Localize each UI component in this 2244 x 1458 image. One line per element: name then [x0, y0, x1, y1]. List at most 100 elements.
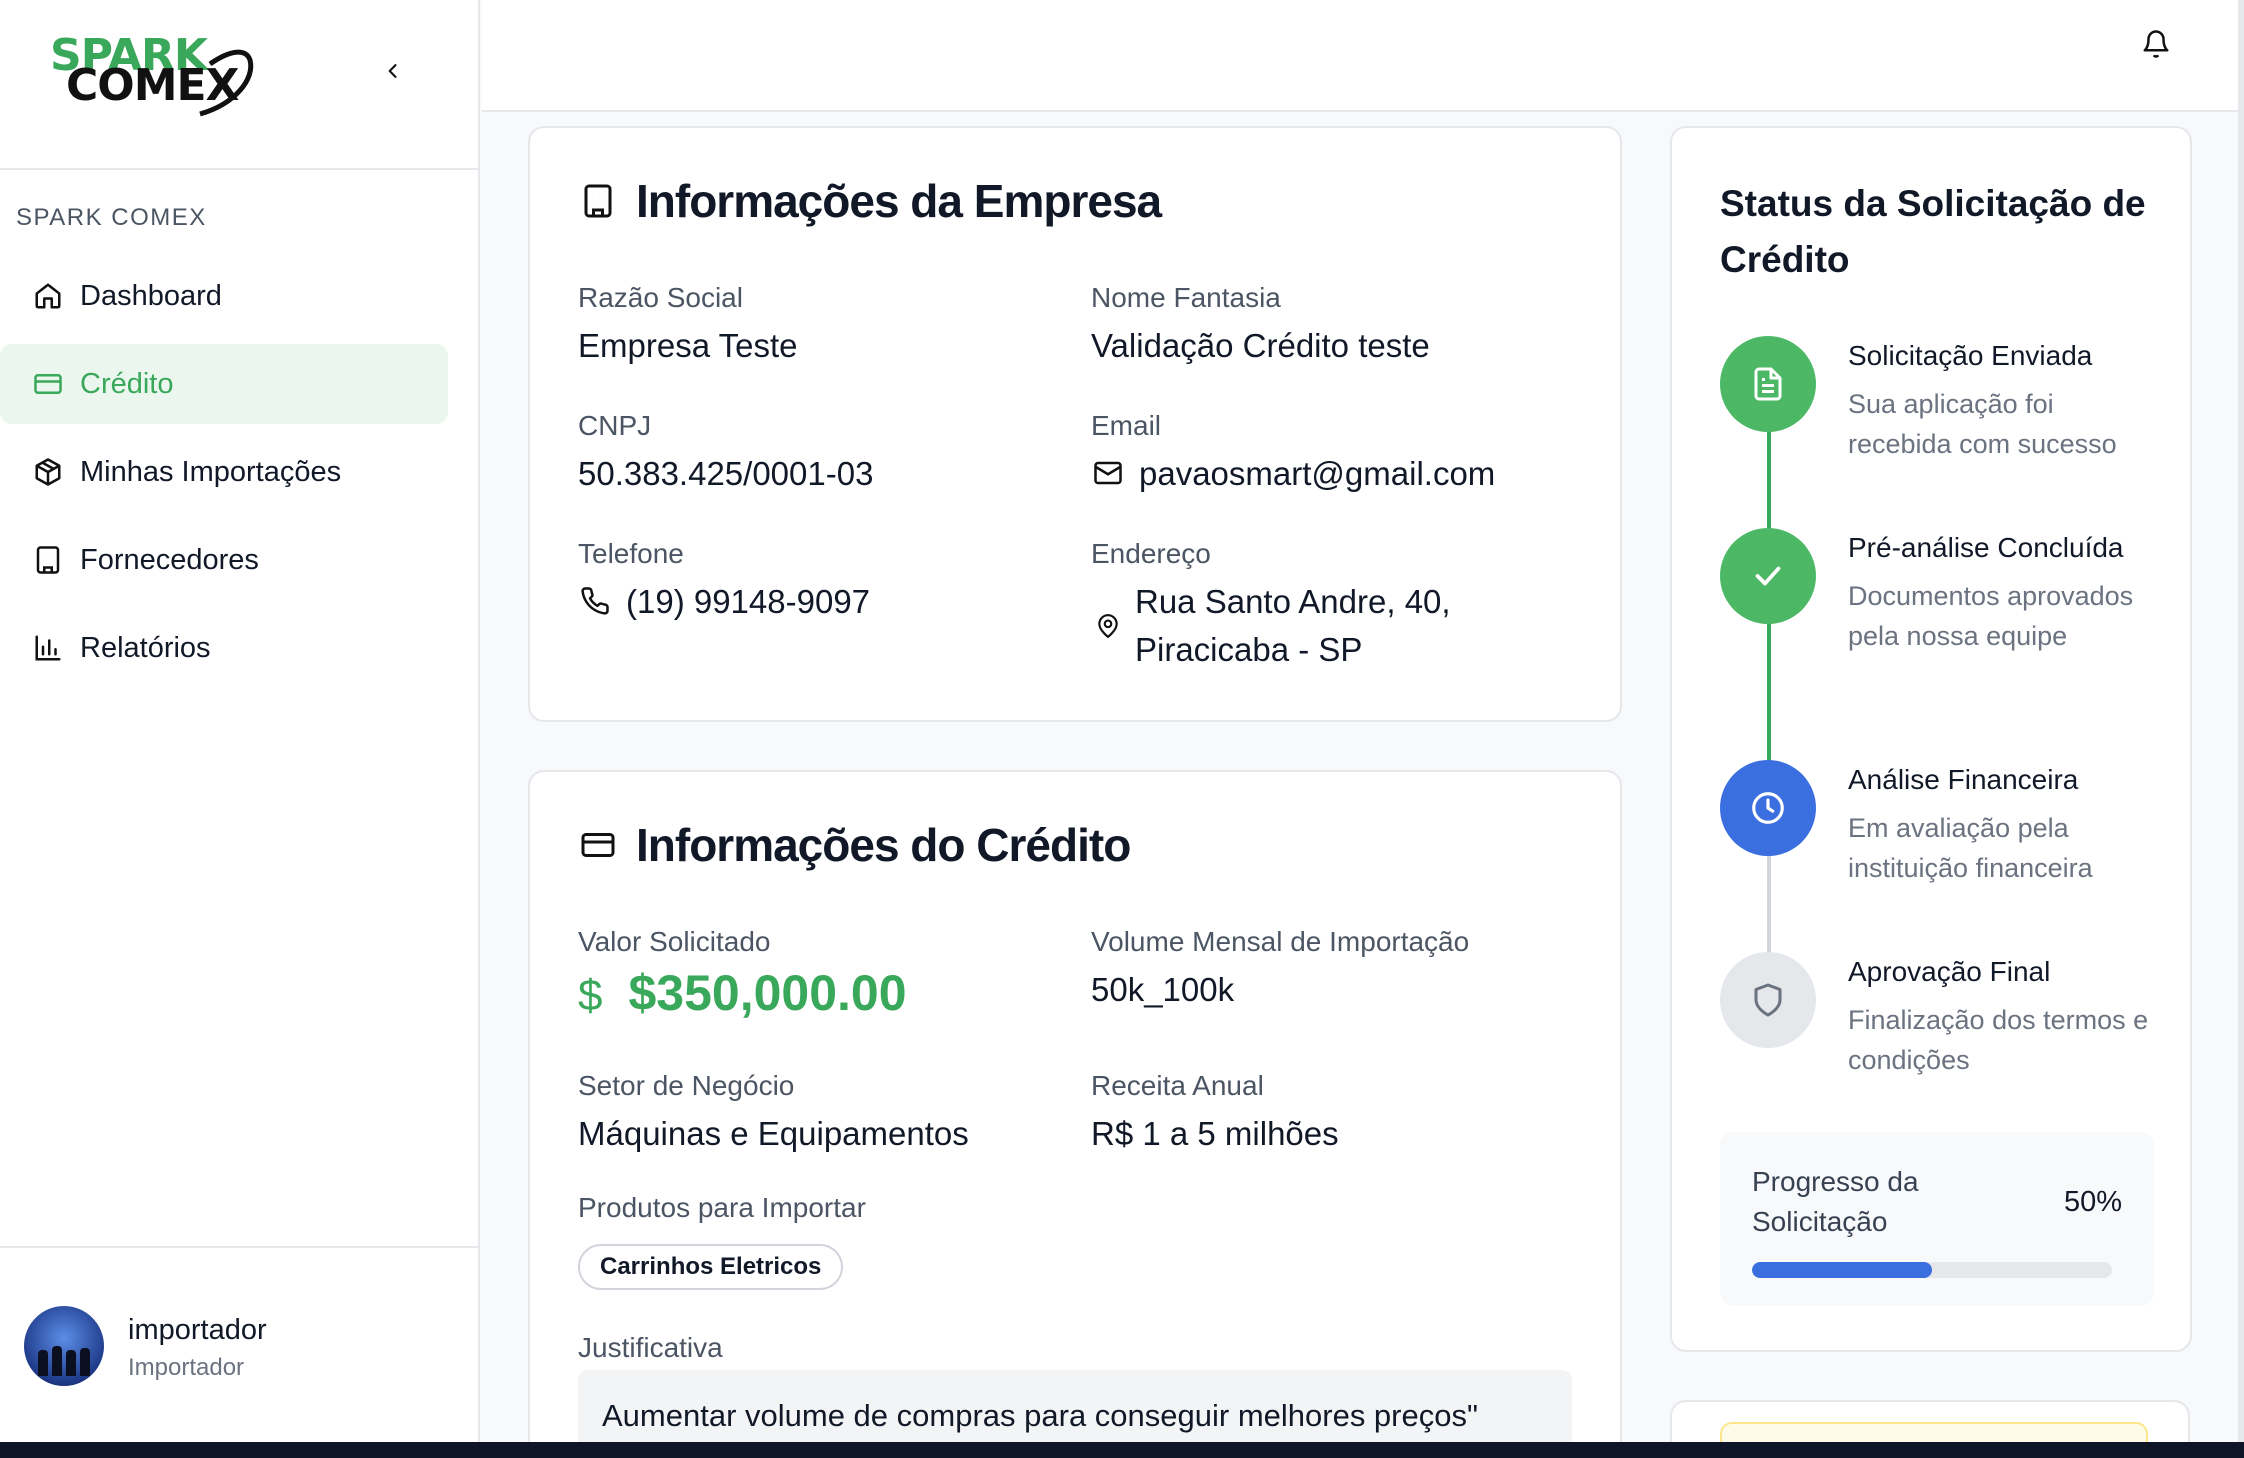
email-value: pavaosmart@gmail.com — [1091, 450, 1495, 498]
dollar-icon: $ — [578, 971, 603, 1020]
phone-value: (19) 99148-9097 — [578, 578, 870, 626]
user-role: Importador — [128, 1354, 245, 1381]
bell-icon — [2143, 30, 2169, 58]
step-2-desc: Documentos aprovados pela nossa equipe — [1848, 581, 2134, 651]
step-2-title: Pré-análise Concluída — [1848, 532, 2124, 563]
address-value: Rua Santo Andre, 40, Piracicaba - SP — [1091, 578, 1451, 674]
step-1-desc: Sua aplicação foi recebida com sucesso — [1848, 389, 2117, 459]
clock-icon — [1752, 792, 1784, 824]
progress-bar — [1752, 1262, 2112, 1278]
shield-icon — [1754, 983, 1782, 1017]
email-text: pavaosmart@gmail.com — [1139, 455, 1496, 492]
razao-value: Empresa Teste — [578, 327, 798, 364]
user-profile[interactable]: importador Importador — [0, 1246, 478, 1442]
chevron-left-icon — [388, 64, 397, 78]
status-card: Status da Solicitação de Crédito Solicit… — [1670, 126, 2192, 1352]
sidebar-nav: Dashboard Crédito Minhas Importações For… — [0, 256, 480, 696]
avatar-figure — [38, 1350, 48, 1376]
cnpj-label: CNPJ — [578, 410, 652, 441]
step-1-title: Solicitação Enviada — [1848, 340, 2093, 371]
progress-percent: 50% — [2063, 1186, 2122, 1218]
mail-icon — [1091, 456, 1125, 490]
volume-label: Volume Mensal de Importação — [1091, 926, 1470, 957]
sidebar-item-label: Relatórios — [80, 631, 211, 664]
building-icon — [578, 181, 618, 221]
sidebar-item-fornecedores[interactable]: Fornecedores — [0, 520, 448, 600]
sidebar: SPARK COMEX SPARK COMEX Dashboard Crédit… — [0, 0, 480, 1442]
sidebar-item-dashboard[interactable]: Dashboard — [0, 256, 448, 336]
logo-area: SPARK COMEX — [0, 0, 478, 170]
credit-info-card: Informações do Crédito Valor Solicitado … — [528, 770, 1622, 1458]
sidebar-item-importacoes[interactable]: Minhas Importações — [0, 432, 448, 512]
progress-label: Progresso da Solicitação — [1752, 1166, 1919, 1237]
valor-label: Valor Solicitado — [578, 926, 771, 957]
topbar — [482, 0, 2244, 112]
home-icon — [32, 280, 64, 312]
map-pin-icon — [1091, 609, 1125, 643]
credit-card-icon — [578, 825, 618, 865]
bottom-bar — [0, 1442, 2244, 1458]
collapse-sidebar-button[interactable] — [376, 54, 410, 88]
credit-card-icon — [32, 368, 64, 400]
status-title: Status da Solicitação de Crédito — [1720, 183, 2146, 280]
cnpj-value: 50.383.425/0001-03 — [578, 455, 874, 492]
step-4-title: Aprovação Final — [1848, 956, 2051, 987]
valor-value: $ $350,000.00 — [578, 964, 907, 1022]
sidebar-item-label: Crédito — [80, 367, 174, 400]
receita-label: Receita Anual — [1091, 1070, 1264, 1101]
credit-card-title: Informações do Crédito — [578, 818, 1131, 872]
progress-bar-fill — [1752, 1262, 1932, 1278]
address-label: Endereço — [1091, 538, 1211, 569]
fantasia-label: Nome Fantasia — [1091, 282, 1281, 313]
company-card-title: Informações da Empresa — [578, 174, 1162, 228]
address-line2: Piracicaba - SP — [1135, 631, 1363, 668]
volume-value: 50k_100k — [1091, 971, 1235, 1008]
phone-icon — [578, 584, 612, 618]
step-4-indicator — [1720, 952, 1816, 1048]
document-icon — [1754, 367, 1782, 401]
address-line1: Rua Santo Andre, 40, — [1135, 583, 1451, 620]
bar-chart-icon — [32, 632, 64, 664]
package-icon — [32, 456, 64, 488]
receita-value: R$ 1 a 5 milhões — [1091, 1115, 1339, 1152]
avatar-figure — [52, 1346, 62, 1376]
avatar-figure — [80, 1348, 90, 1376]
spark-comex-logo[interactable]: SPARK COMEX — [50, 34, 260, 120]
avatar-figure — [66, 1350, 76, 1376]
sidebar-item-relatorios[interactable]: Relatórios — [0, 608, 448, 688]
valor-amount: $350,000.00 — [628, 965, 907, 1021]
user-name: importador — [128, 1314, 267, 1346]
step-4-desc: Finalização dos termos e condições — [1848, 1005, 2149, 1075]
window-edge — [2238, 0, 2244, 1442]
logo-swoosh-icon — [199, 49, 254, 117]
setor-value: Máquinas e Equipamentos — [578, 1115, 969, 1152]
address-text: Rua Santo Andre, 40, Piracicaba - SP — [1135, 578, 1451, 674]
sidebar-item-label: Minhas Importações — [80, 455, 342, 488]
credit-title-text: Informações do Crédito — [636, 819, 1131, 871]
phone-text: (19) 99148-9097 — [626, 583, 871, 620]
sidebar-item-label: Fornecedores — [80, 543, 259, 576]
sidebar-section-label: SPARK COMEX — [16, 204, 207, 231]
phone-label: Telefone — [578, 538, 684, 569]
step-3-title: Análise Financeira — [1848, 764, 2079, 795]
sidebar-item-label: Dashboard — [80, 279, 222, 312]
step-3-indicator — [1720, 760, 1816, 856]
step-3-desc: Em avaliação pela instituição financeira — [1848, 813, 2093, 883]
company-info-card: Informações da Empresa Razão Social Empr… — [528, 126, 1622, 722]
setor-label: Setor de Negócio — [578, 1070, 795, 1101]
razao-label: Razão Social — [578, 282, 743, 313]
notifications-button[interactable] — [2136, 24, 2176, 64]
product-chip: Carrinhos Eletricos — [578, 1244, 844, 1290]
check-icon — [1755, 566, 1781, 586]
building-icon — [32, 544, 64, 576]
step-2-indicator — [1720, 528, 1816, 624]
progress-panel: Progresso da Solicitação 50% — [1720, 1132, 2154, 1306]
email-label: Email — [1091, 410, 1162, 441]
justificativa-label: Justificativa — [578, 1332, 723, 1363]
fantasia-value: Validação Crédito teste — [1091, 327, 1430, 364]
avatar[interactable] — [24, 1306, 104, 1386]
sidebar-item-credito[interactable]: Crédito — [0, 344, 448, 424]
produtos-label: Produtos para Importar — [578, 1192, 866, 1223]
company-title-text: Informações da Empresa — [636, 175, 1162, 227]
step-1-indicator — [1720, 336, 1816, 432]
